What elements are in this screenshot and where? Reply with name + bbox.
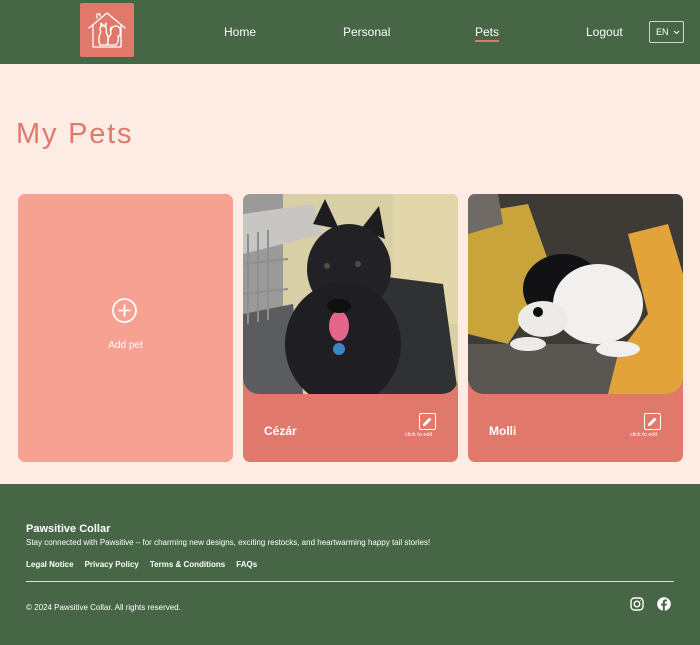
- footer-link-legal-notice[interactable]: Legal Notice: [26, 560, 74, 569]
- nav-personal[interactable]: Personal: [343, 25, 390, 39]
- footer-link-privacy-policy[interactable]: Privacy Policy: [85, 560, 139, 569]
- copyright: © 2024 Pawsitive Collar. All rights rese…: [26, 603, 181, 612]
- footer-brand: Pawsitive Collar: [26, 523, 111, 535]
- edit-pet-button[interactable]: [644, 413, 661, 430]
- pet-photo: [468, 194, 683, 394]
- pencil-icon: [423, 417, 432, 426]
- edit-pet-button[interactable]: [419, 413, 436, 430]
- plus-circle-icon: [112, 298, 137, 323]
- footer-divider: [26, 581, 674, 582]
- add-pet-label: Add pet: [108, 340, 143, 351]
- site-header: Home Personal Pets Logout EN: [0, 0, 700, 64]
- footer-link-faqs[interactable]: FAQs: [236, 560, 257, 569]
- pet-photo: [243, 194, 458, 394]
- facebook-icon[interactable]: [657, 597, 671, 611]
- pet-card[interactable]: Molli click to edit: [468, 194, 683, 462]
- footer-links: Legal Notice Privacy Policy Terms & Cond…: [26, 560, 257, 569]
- pet-name: Molli: [489, 424, 517, 438]
- language-value: EN: [656, 27, 669, 37]
- edit-hint: click to edit: [630, 432, 658, 438]
- site-footer: Pawsitive Collar Stay connected with Paw…: [0, 484, 700, 645]
- add-pet-card[interactable]: Add pet: [18, 194, 233, 462]
- pet-name: Cézár: [264, 424, 297, 438]
- nav-pets[interactable]: Pets: [475, 25, 499, 39]
- page-title: My Pets: [16, 118, 134, 150]
- footer-link-terms-conditions[interactable]: Terms & Conditions: [150, 560, 225, 569]
- instagram-icon[interactable]: [630, 597, 644, 611]
- chevron-down-icon: [673, 30, 680, 35]
- home-dog-cat-icon: [88, 12, 126, 48]
- pet-card[interactable]: Cézár click to edit: [243, 194, 458, 462]
- pencil-icon: [648, 417, 657, 426]
- nav-logout[interactable]: Logout: [586, 25, 623, 39]
- footer-tagline: Stay connected with Pawsitive – for char…: [26, 538, 431, 547]
- edit-hint: click to edit: [405, 432, 433, 438]
- logo[interactable]: [80, 3, 134, 57]
- language-select[interactable]: EN: [649, 21, 684, 43]
- nav-home[interactable]: Home: [224, 25, 256, 39]
